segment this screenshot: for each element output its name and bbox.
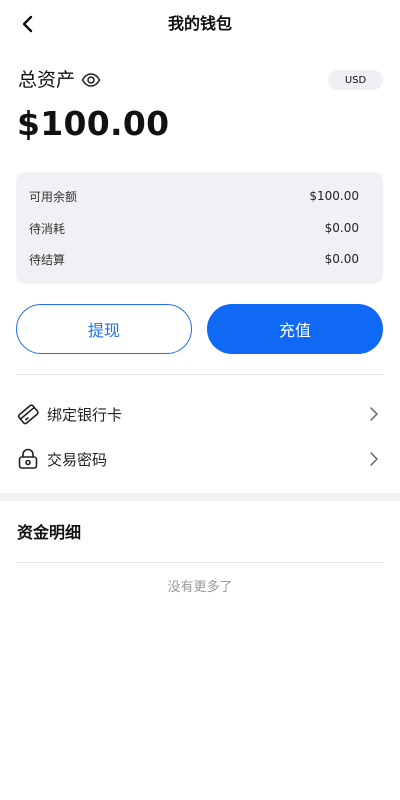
menu-item-bind-bank-card[interactable]: 绑定银行卡 — [16, 398, 384, 430]
page-title: 我的钱包 — [167, 14, 232, 33]
chevron-right-icon — [368, 451, 380, 467]
app-header: 我的钱包 — [0, 0, 400, 48]
no-more-text: 没有更多了 — [167, 580, 233, 595]
balance-label: 可用余额 — [29, 189, 78, 204]
fund-details-title: 资金明细 — [17, 523, 82, 542]
currency-selector[interactable]: USD — [328, 70, 383, 90]
balance-row-pending-settlement: 待结算 $0.00 — [29, 249, 359, 269]
total-assets-label: 总资产 — [18, 69, 76, 91]
withdraw-button[interactable]: 提现 — [16, 304, 192, 354]
bank-card-icon — [16, 402, 40, 426]
balance-value: $100.00 — [309, 189, 359, 203]
eye-icon[interactable] — [81, 70, 101, 90]
balance-breakdown-card: 可用余额 $100.00 待消耗 $0.00 待结算 $0.00 — [16, 172, 383, 284]
chevron-right-icon — [368, 406, 380, 422]
divider — [16, 374, 384, 375]
balance-value: $0.00 — [324, 252, 359, 266]
divider — [16, 562, 384, 563]
menu-item-transaction-password[interactable]: 交易密码 — [16, 443, 384, 475]
balance-label: 待消耗 — [29, 221, 66, 236]
menu-item-label: 交易密码 — [47, 450, 108, 469]
total-assets-amount: $100.00 — [17, 104, 170, 143]
balance-row-pending-consumption: 待消耗 $0.00 — [29, 218, 359, 238]
balance-row-available: 可用余额 $100.00 — [29, 186, 359, 206]
balance-value: $0.00 — [324, 221, 359, 235]
lock-icon — [16, 447, 40, 471]
balance-label: 待结算 — [29, 252, 66, 267]
section-separator — [0, 493, 400, 501]
recharge-button[interactable]: 充值 — [207, 304, 383, 354]
total-assets-label-row: 总资产 — [18, 68, 101, 92]
menu-item-label: 绑定银行卡 — [47, 405, 123, 424]
